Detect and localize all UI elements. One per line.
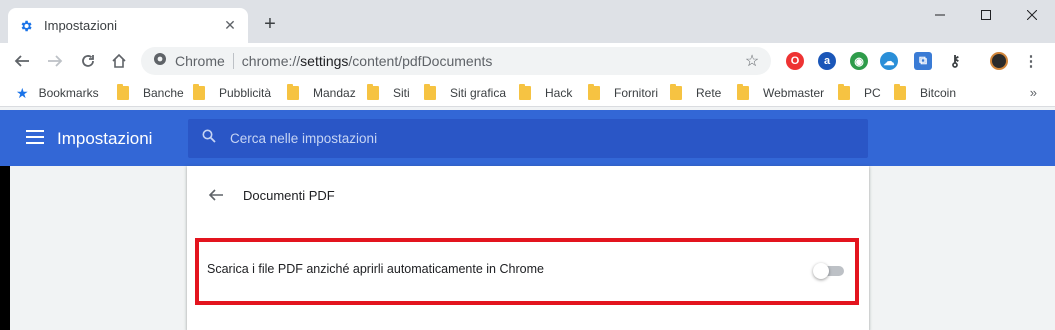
browser-toolbar: Chrome chrome://settings/content/pdfDocu… — [0, 43, 1055, 79]
search-icon — [202, 129, 216, 148]
folder-icon — [737, 84, 749, 100]
folder-icon — [838, 84, 850, 100]
section-title: Documenti PDF — [243, 188, 335, 203]
tab-title: Impostazioni — [44, 18, 117, 33]
settings-content: Documenti PDF Scarica i file PDF anziché… — [0, 166, 1055, 330]
bookmark-folder-siti-grafica[interactable]: Siti grafica — [424, 84, 506, 101]
bookmark-folder-webmaster[interactable]: Webmaster — [737, 84, 824, 101]
pdf-settings-card: Documenti PDF Scarica i file PDF anziché… — [187, 166, 869, 330]
close-tab-icon[interactable]: ✕ — [222, 17, 238, 34]
url-text: chrome://settings/content/pdfDocuments — [241, 53, 493, 69]
bookmark-folder-siti[interactable]: Siti — [367, 84, 410, 101]
omnibox-divider — [232, 53, 234, 69]
forward-button[interactable] — [43, 49, 67, 73]
folder-icon — [367, 84, 379, 100]
toggle-knob — [813, 263, 829, 279]
download-pdf-option-label: Scarica i file PDF anziché aprirli autom… — [207, 262, 544, 276]
bookmarks-bar: ★ Bookmarks Banche Pubblicità Mandaz Sit… — [0, 79, 1055, 107]
search-placeholder: Cerca nelle impostazioni — [230, 131, 378, 146]
bookmark-folder-fornitori[interactable]: Fornitori — [588, 84, 658, 101]
bookmarks-overflow-icon[interactable]: » — [1030, 85, 1037, 100]
download-pdf-toggle[interactable] — [813, 263, 845, 279]
key-extension-icon[interactable]: ⚷ — [946, 52, 964, 70]
chrome-site-icon — [153, 52, 167, 71]
hamburger-menu-icon[interactable] — [26, 130, 44, 144]
minimize-button[interactable] — [917, 0, 963, 30]
window-extension-icon[interactable]: ⧉ — [914, 52, 932, 70]
page-title: Impostazioni — [57, 129, 153, 148]
star-icon: ★ — [16, 84, 29, 101]
folder-icon — [287, 84, 299, 100]
avatar[interactable] — [990, 52, 1008, 70]
bookmark-item-bookmarks[interactable]: ★ Bookmarks — [16, 85, 99, 101]
window-edge — [0, 166, 10, 330]
close-window-button[interactable] — [1009, 0, 1055, 30]
bookmark-star-icon[interactable]: ☆ — [743, 52, 761, 70]
folder-icon — [193, 84, 205, 100]
folder-icon — [117, 84, 129, 100]
settings-header: Impostazioni Cerca nelle impostazioni — [0, 110, 1055, 166]
address-bar[interactable]: Chrome chrome://settings/content/pdfDocu… — [141, 47, 771, 75]
back-arrow-icon[interactable] — [207, 186, 225, 204]
bookmark-folder-mandaz[interactable]: Mandaz — [287, 84, 356, 101]
back-button[interactable] — [10, 49, 34, 73]
opera-extension-icon[interactable]: O — [786, 52, 804, 70]
cloud-extension-icon[interactable]: ☁ — [880, 52, 898, 70]
folder-icon — [519, 84, 531, 100]
tab-settings[interactable]: Impostazioni ✕ — [8, 8, 248, 43]
maximize-button[interactable] — [963, 0, 1009, 30]
bookmark-folder-bitcoin[interactable]: Bitcoin — [894, 84, 956, 101]
folder-icon — [670, 84, 682, 100]
bookmark-folder-banche[interactable]: Banche — [117, 84, 184, 101]
menu-dots-icon[interactable]: ⋮ — [1022, 52, 1040, 70]
bookmark-folder-rete[interactable]: Rete — [670, 84, 721, 101]
tab-strip: Impostazioni ✕ + — [0, 0, 1055, 43]
gear-icon — [18, 18, 34, 34]
settings-search-input[interactable]: Cerca nelle impostazioni — [188, 119, 868, 158]
globe-extension-icon[interactable]: ◉ — [850, 52, 868, 70]
a-extension-icon[interactable]: a — [818, 52, 836, 70]
new-tab-button[interactable]: + — [260, 13, 280, 35]
reload-button[interactable] — [76, 49, 100, 73]
folder-icon — [424, 84, 436, 100]
bookmark-folder-hack[interactable]: Hack — [519, 84, 572, 101]
bookmark-folder-pc[interactable]: PC — [838, 84, 881, 101]
folder-icon — [588, 84, 600, 100]
site-label: Chrome — [175, 53, 225, 69]
bookmark-folder-pubblicita[interactable]: Pubblicità — [193, 84, 271, 101]
folder-icon — [894, 84, 906, 100]
home-button[interactable] — [107, 49, 131, 73]
